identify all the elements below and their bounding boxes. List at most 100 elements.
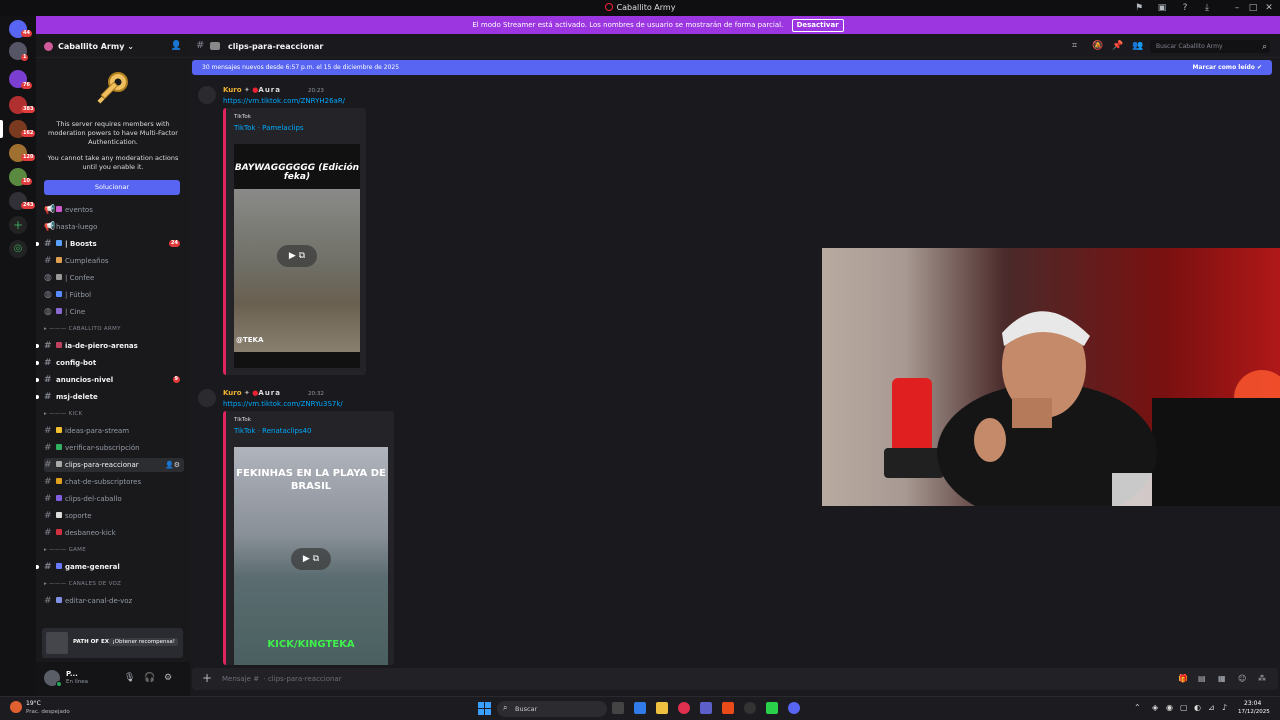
windows-start-icon[interactable] <box>478 702 491 715</box>
get-reward-button[interactable]: ¡Obtener recompensa! <box>109 638 178 646</box>
apps-icon[interactable]: ⁂ <box>1258 674 1266 683</box>
clock-time[interactable]: 23:04 <box>1244 700 1261 707</box>
avatar[interactable] <box>198 86 216 104</box>
play-button[interactable]: ▶ ⧉ <box>291 548 331 570</box>
webcam-scene <box>884 311 1280 506</box>
channel-settings-icon[interactable]: 👤⚙ <box>165 458 180 472</box>
taskbar-search[interactable]: Buscar <box>497 701 607 717</box>
add-member-icon[interactable]: 👤 <box>171 41 182 51</box>
fix-mfa-button[interactable]: Solucionar <box>44 180 180 195</box>
pin-icon[interactable]: 📌 <box>1112 41 1123 51</box>
file-explorer-icon[interactable] <box>656 702 668 714</box>
maximize-button[interactable]: □ <box>1248 3 1258 13</box>
clock-date[interactable]: 17/12/2025 <box>1238 709 1270 715</box>
unread-indicator <box>36 395 39 399</box>
hash-icon: # <box>44 511 52 521</box>
dm-badge: 44 <box>21 30 32 37</box>
tray-app-icon[interactable]: ◈ <box>1152 703 1158 712</box>
channel-name: anuncios-nivel <box>56 376 114 384</box>
teams-icon[interactable] <box>700 702 712 714</box>
hash-icon: # <box>44 477 52 487</box>
copilot-icon[interactable] <box>634 702 646 714</box>
message-link[interactable]: https://vm.tiktok.com/ZNRYu3S7k/ <box>223 400 343 408</box>
screen-icon[interactable]: ▣ <box>1157 3 1167 13</box>
channel-item[interactable]: # ia-de-piero-arenas <box>36 339 184 353</box>
channel-item[interactable]: ◍ | Fútbol <box>44 288 184 302</box>
channel-item[interactable]: # msj-delete <box>36 390 184 404</box>
message-author[interactable]: Kuro ✦ ●Aura <box>223 389 281 397</box>
help-icon[interactable]: ? <box>1180 3 1190 13</box>
channel-item[interactable]: # Cumpleaños <box>44 254 184 268</box>
tray-chevron-icon[interactable]: ⌃ <box>1134 703 1141 712</box>
notification-bell-icon[interactable]: 🔕 <box>1092 41 1103 51</box>
channel-item[interactable]: # anuncios-nivel 9 <box>36 373 184 387</box>
volume-icon[interactable]: ♪ <box>1222 703 1227 712</box>
channel-category[interactable]: ▸ ——— KICK <box>44 411 184 417</box>
gift-icon[interactable]: 🎁 <box>1178 674 1188 683</box>
tray-app-icon[interactable]: ◉ <box>1166 703 1173 712</box>
channel-category[interactable]: ▸ ——— GAME <box>44 547 184 553</box>
channel-item[interactable]: # desbaneo-kick <box>44 526 184 540</box>
channel-item[interactable]: # game-general <box>36 560 184 574</box>
download-icon[interactable]: ⤓ <box>1202 3 1212 13</box>
tray-app-icon[interactable]: ◐ <box>1194 703 1201 712</box>
hash-icon: # <box>44 443 52 453</box>
obs-icon[interactable] <box>744 702 756 714</box>
video-thumbnail[interactable]: FEKINHAS EN LA PLAYA DE BRASIL KICK/KING… <box>234 447 388 665</box>
hash-icon: # <box>44 494 52 504</box>
microphone-icon[interactable]: 🎙 <box>124 673 135 683</box>
attach-plus-icon[interactable]: + <box>202 671 212 685</box>
gif-icon[interactable]: ▤ <box>1198 674 1206 683</box>
discover-icon[interactable]: ◎ <box>9 240 27 258</box>
kick-app-icon[interactable] <box>766 702 778 714</box>
network-icon[interactable]: ⊿ <box>1208 703 1215 712</box>
embed-title[interactable]: TikTok · Pamelaclips <box>234 124 304 132</box>
channel-item[interactable]: # ideas-para-stream <box>44 424 184 438</box>
message-link[interactable]: https://vm.tiktok.com/ZNRYH26aR/ <box>223 97 345 105</box>
threads-icon[interactable]: ⌗ <box>1072 41 1077 51</box>
member-list-icon[interactable]: 👥 <box>1132 41 1143 51</box>
brave-browser-icon[interactable] <box>722 702 734 714</box>
mark-as-read-button[interactable]: Marcar como leído ✔ <box>1193 60 1263 75</box>
minimize-button[interactable]: – <box>1232 3 1242 13</box>
settings-gear-icon[interactable]: ⚙ <box>164 673 172 683</box>
channel-item[interactable]: # clips-para-reaccionar 👤⚙ <box>44 458 184 472</box>
search-input[interactable]: Buscar Caballito Army <box>1150 40 1270 53</box>
message-author[interactable]: Kuro ✦ ●Aura <box>223 86 281 94</box>
server-header[interactable]: Caballito Army ⌄ 👤 <box>36 34 190 58</box>
headphones-icon[interactable]: 🎧 <box>144 673 155 683</box>
channel-item[interactable]: ◍ | Cine <box>44 305 184 319</box>
app-icon[interactable] <box>678 702 690 714</box>
channel-item[interactable]: # clips-del-caballo <box>44 492 184 506</box>
channel-item[interactable]: # editar-canal-de-voz <box>44 594 184 608</box>
discord-icon[interactable] <box>788 702 800 714</box>
channel-item[interactable]: # soporte <box>44 509 184 523</box>
channel-item[interactable]: # | Boosts 24 <box>36 237 184 251</box>
avatar[interactable] <box>198 389 216 407</box>
message-input[interactable] <box>222 668 1122 690</box>
channel-item[interactable]: # chat-de-subscriptores <box>44 475 184 489</box>
close-button[interactable]: ✕ <box>1264 3 1274 13</box>
channel-category[interactable]: ▸ ——— CABALLITO ARMY <box>44 326 184 332</box>
new-messages-bar[interactable]: 30 mensajes nuevos desde 6:57 p.m. el 15… <box>192 60 1272 75</box>
play-button[interactable]: ▶ ⧉ <box>277 245 317 267</box>
deactivate-streamer-button[interactable]: Desactivar <box>791 19 844 32</box>
emoji-icon[interactable]: ☺ <box>1238 674 1246 683</box>
add-server-icon[interactable]: + <box>9 216 27 234</box>
channel-emoji-icon <box>56 495 62 501</box>
channel-item[interactable]: 📢hasta-luego <box>44 220 184 234</box>
task-view-icon[interactable] <box>612 702 624 714</box>
channel-item[interactable]: # verificar-subscripción <box>44 441 184 455</box>
weather-icon[interactable] <box>10 701 22 713</box>
tray-app-icon[interactable]: ▢ <box>1180 703 1188 712</box>
channel-item[interactable]: ◍ | Confee <box>44 271 184 285</box>
forum-icon: ◍ <box>44 273 52 283</box>
embed-provider: TikTok <box>234 417 251 423</box>
channel-item[interactable]: 📢 eventos <box>44 203 184 217</box>
embed-title[interactable]: TikTok · Renataclips40 <box>234 427 312 435</box>
channel-item[interactable]: # config-bot <box>36 356 184 370</box>
inbox-icon[interactable]: ⚑ <box>1134 3 1144 13</box>
channel-category[interactable]: ▸ ——— CANALES DE VOZ <box>44 581 184 587</box>
sticker-icon[interactable]: ▦ <box>1218 674 1226 683</box>
video-thumbnail[interactable]: BAYWAGGGGGG (Edición feka) @TEKA ▶ ⧉ <box>234 144 360 368</box>
